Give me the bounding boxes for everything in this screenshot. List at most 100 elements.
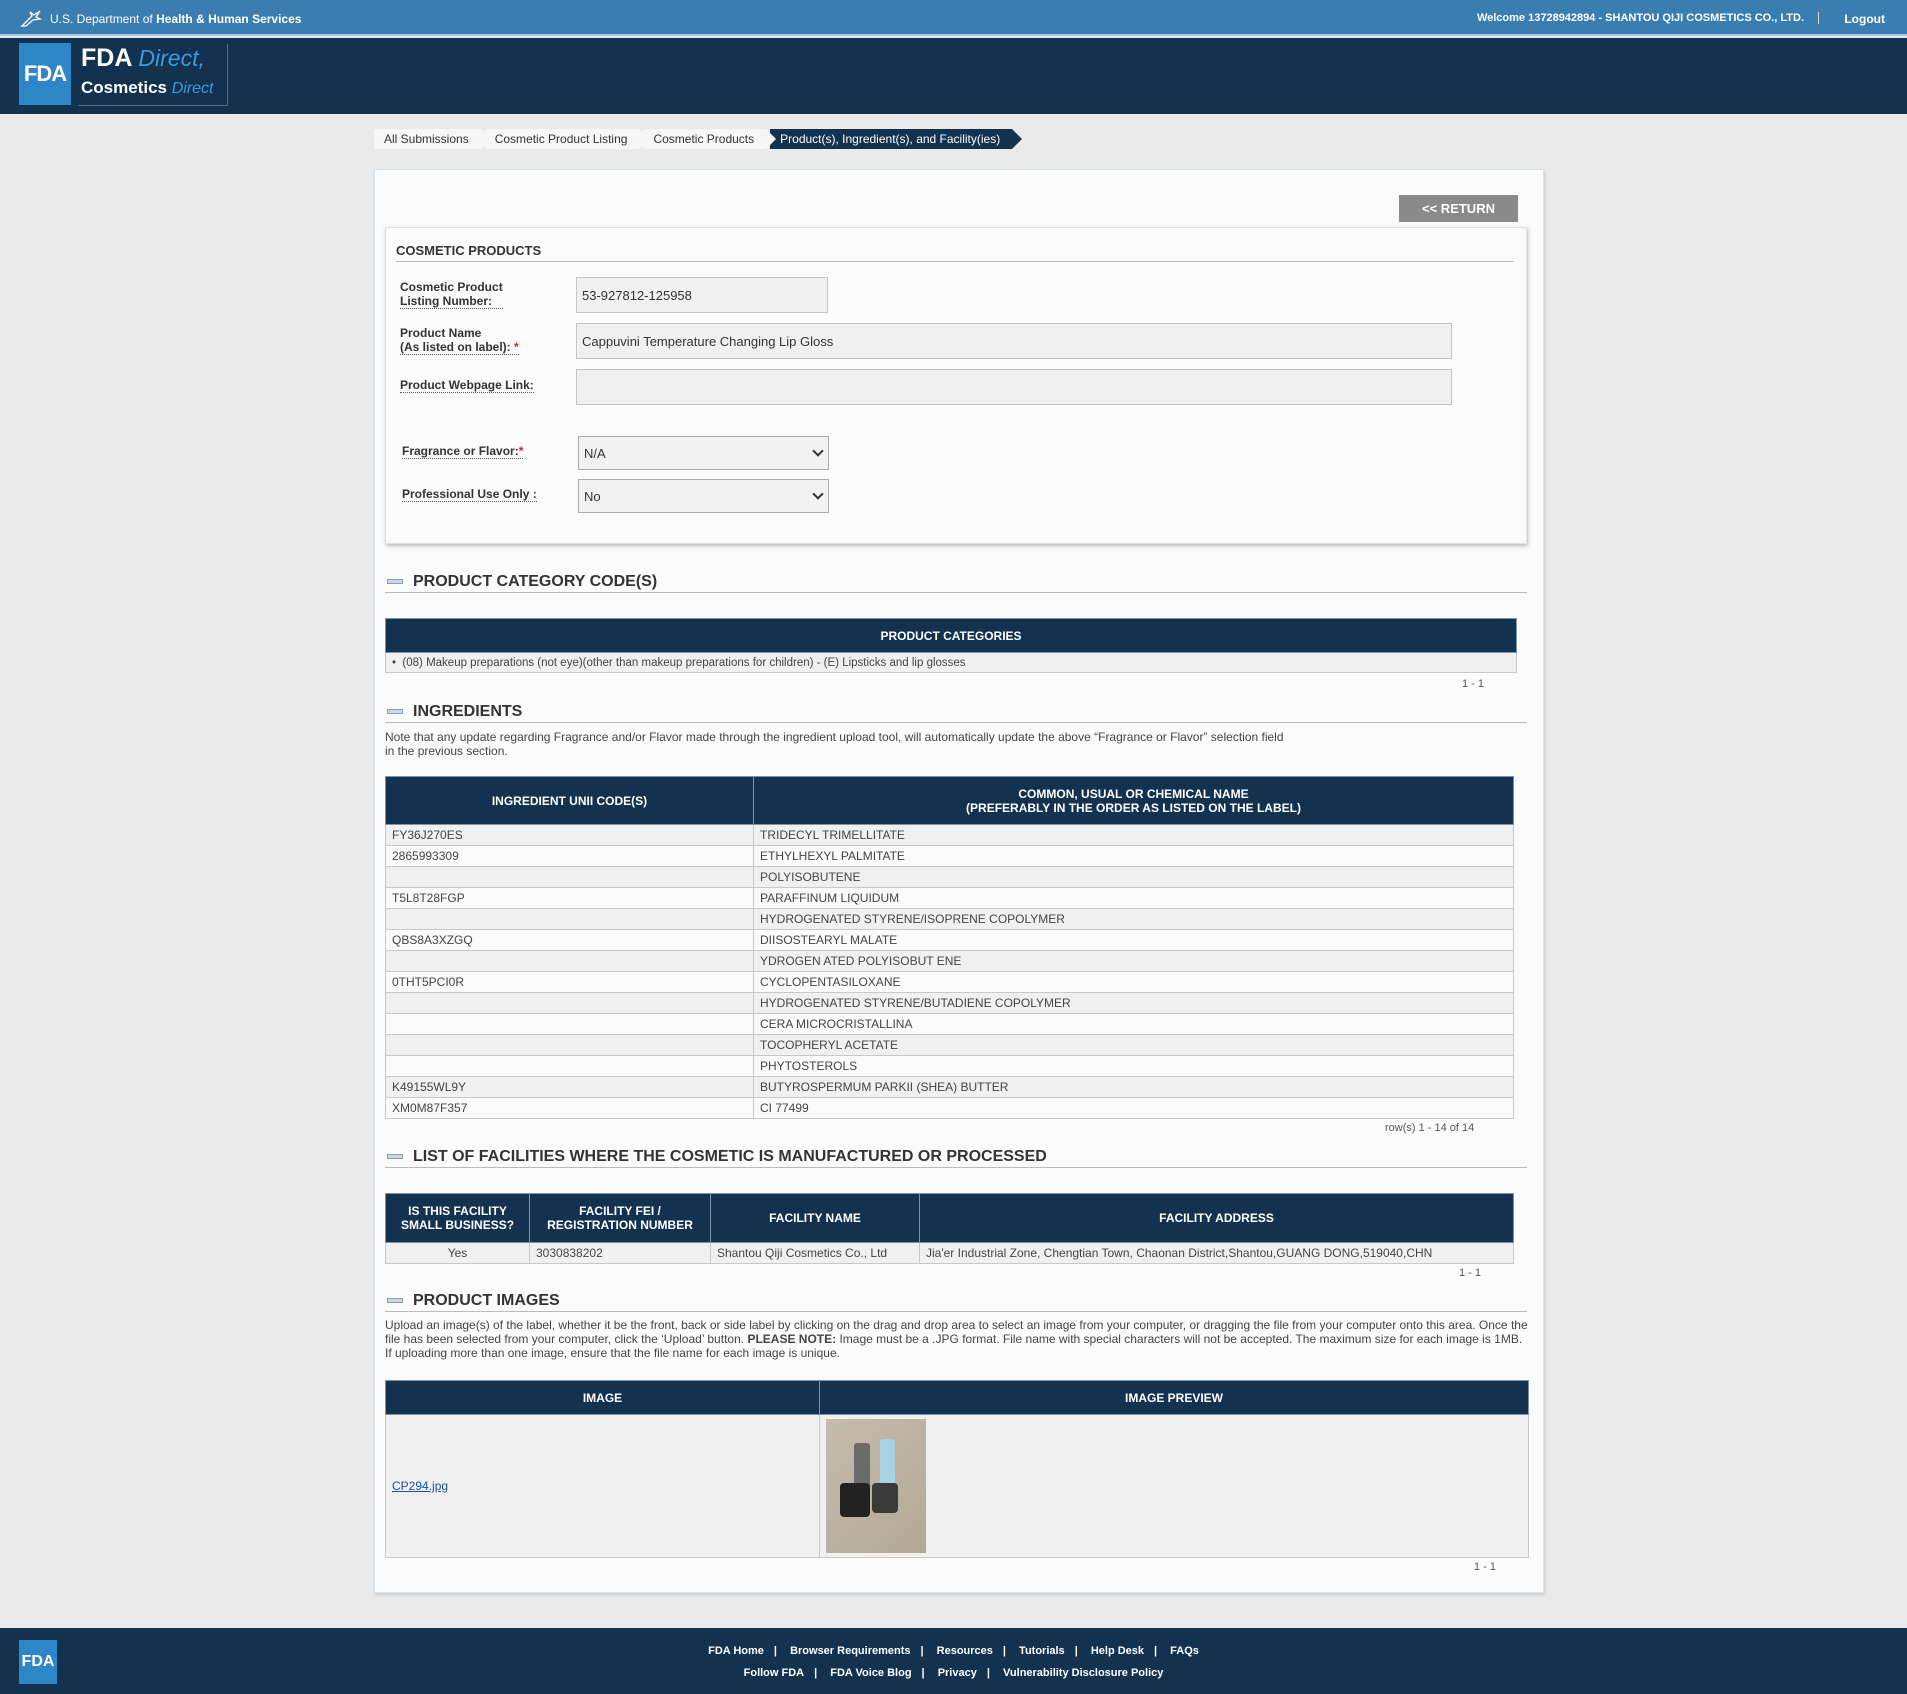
logout-link[interactable]: Logout [1844, 12, 1885, 26]
footer-links-row2: Follow FDA | FDA Voice Blog | Privacy | Vul… [0, 1667, 1907, 1679]
categories-pager: 1 - 1 [1462, 678, 1485, 690]
images-note-line1: Upload an image(s) of the label, whether… [385, 1318, 1528, 1332]
table-row: K49155WL9Y BUTYROSPERMUM PARKII (SHEA) BU… [385, 1076, 1514, 1098]
return-button[interactable]: << RETURN [1399, 195, 1518, 222]
facilities-table: IS THIS FACILITY SMALL BUSINESS? FACILITY… [385, 1193, 1514, 1264]
footer-link-browser-requirements[interactable]: Browser Requirements [790, 1645, 910, 1657]
professional-use-select[interactable]: No [578, 479, 829, 513]
image-preview-header: IMAGE PREVIEW [819, 1380, 1529, 1415]
required-marker: * [518, 444, 524, 458]
images-note-line2a: file has been selected from your compute… [385, 1332, 745, 1346]
categories-header: PRODUCT CATEGORIES [385, 618, 1517, 653]
small-business-header: IS THIS FACILITY SMALL BUSINESS? [385, 1193, 530, 1243]
chemical-name-cell: CYCLOPENTASILOXANE [753, 971, 1514, 993]
category-section-header[interactable]: PRODUCT CATEGORY CODE(S) [385, 573, 1527, 593]
footer-link-resources[interactable]: Resources [937, 1645, 993, 1657]
hhs-topbar: U.S. Department of Health & Human Servic… [0, 0, 1907, 36]
image-preview-cell [819, 1414, 1529, 1558]
facilities-section-title: LIST OF FACILITIES WHERE THE COSMETIC IS… [413, 1148, 1047, 1165]
main-panel: << RETURN COSMETIC PRODUCTS Cosmetic Pro… [374, 169, 1544, 1593]
hhs-name: Health & Human Services [156, 12, 302, 26]
unii-code-cell: K49155WL9Y [385, 1076, 754, 1098]
small-business-header-line2: SMALL BUSINESS? [400, 1218, 515, 1232]
breadcrumb-cosmetic-products[interactable]: Cosmetic Products [643, 129, 776, 149]
breadcrumb-cosmetic-product-listing[interactable]: Cosmetic Product Listing [484, 129, 650, 149]
table-row: HYDROGENATED STYRENE/ISOPRENE COPOLYMER [385, 908, 1514, 930]
fda-logo[interactable]: FDA [19, 43, 71, 105]
facility-address-header: FACILITY ADDRESS [919, 1193, 1514, 1243]
footer-link-fda-home[interactable]: FDA Home [708, 1645, 764, 1657]
ingredients-body: FY36J270ES TRIDECYL TRIMELLITATE 286599330… [385, 824, 1514, 1119]
fragrance-selected-value: N/A [584, 445, 606, 461]
table-row: YDROGEN ATED POLYISOBUT ENE [385, 950, 1514, 972]
unii-code-cell: QBS8A3XZGQ [385, 929, 754, 951]
table-row: FY36J270ES TRIDECYL TRIMELLITATE [385, 824, 1514, 846]
table-row: TOCOPHERYL ACETATE [385, 1034, 1514, 1056]
brand-fda: FDA [81, 44, 132, 72]
site-footer: FDA FDA Home | Browser Requirements | Reso… [0, 1628, 1907, 1694]
collapse-icon[interactable] [387, 1298, 403, 1303]
chemical-name-cell: CERA MICROCRISTALLINA [753, 1013, 1514, 1035]
unii-code-cell [385, 1013, 754, 1035]
facilities-section-header[interactable]: LIST OF FACILITIES WHERE THE COSMETIC IS… [385, 1148, 1527, 1168]
image-file-link[interactable]: CP294.jpg [392, 1479, 448, 1493]
required-marker: * [514, 340, 519, 354]
footer-link-faqs[interactable]: FAQs [1170, 1645, 1199, 1657]
table-row: QBS8A3XZGQ DIISOSTEARYL MALATE [385, 929, 1514, 951]
breadcrumb: All Submissions Cosmetic Product Listing… [374, 129, 1023, 149]
chemical-name-cell: BUTYROSPERMUM PARKII (SHEA) BUTTER [753, 1076, 1514, 1098]
fragrance-label: Fragrance or Flavor:* [402, 444, 524, 459]
listing-number-field[interactable]: 53-927812-125958 [576, 277, 828, 313]
small-business-header-line1: IS THIS FACILITY [408, 1204, 507, 1218]
footer-link-fda-voice-blog[interactable]: FDA Voice Blog [830, 1667, 911, 1679]
cosmetic-products-title: COSMETIC PRODUCTS [396, 243, 1514, 262]
listing-number-label-line2: Listing Number: [400, 294, 492, 308]
ingredients-note-line1: Note that any update regarding Fragrance… [385, 730, 1284, 744]
table-row: T5L8T28FGP PARAFFINUM LIQUIDUM [385, 887, 1514, 909]
collapse-icon[interactable] [387, 1154, 403, 1159]
chemical-name-header-line2: (PREFERABLY IN THE ORDER AS LISTED ON TH… [966, 800, 1301, 815]
unii-code-cell: 2865993309 [385, 845, 754, 867]
category-section-title: PRODUCT CATEGORY CODE(S) [413, 573, 658, 590]
footer-link-follow-fda[interactable]: Follow FDA [744, 1667, 805, 1679]
collapse-icon[interactable] [387, 579, 403, 584]
ingredients-section-header[interactable]: INGREDIENTS [385, 703, 1527, 723]
fda-direct-brand[interactable]: FDA Direct, Cosmetics Direct [78, 44, 228, 106]
brand-cosmetics: Cosmetics [81, 78, 167, 97]
table-row: HYDROGENATED STYRENE/BUTADIENE COPOLYMER [385, 992, 1514, 1014]
images-section-header[interactable]: PRODUCT IMAGES [385, 1292, 1527, 1312]
table-row: 2865993309 ETHYLHEXYL PALMITATE [385, 845, 1514, 867]
brand-direct: Direct, [138, 45, 205, 71]
collapse-icon[interactable] [387, 709, 403, 714]
unii-code-cell [385, 950, 754, 972]
footer-separator: | [921, 1667, 925, 1679]
webpage-link-label: Product Webpage Link: [400, 378, 534, 393]
chemical-name-cell: CI 77499 [753, 1097, 1514, 1119]
chemical-name-cell: YDROGEN ATED POLYISOBUT ENE [753, 950, 1514, 972]
product-image-thumbnail[interactable] [826, 1419, 926, 1553]
breadcrumb-all-submissions[interactable]: All Submissions [374, 129, 491, 149]
fei-header-line1: FACILITY FEI / [579, 1204, 661, 1218]
images-note-line3: If uploading more than one image, ensure… [385, 1346, 840, 1360]
chemical-name-cell: TOCOPHERYL ACETATE [753, 1034, 1514, 1056]
fragrance-select[interactable]: N/A [578, 436, 829, 470]
unii-code-cell [385, 992, 754, 1014]
professional-use-label: Professional Use Only : [402, 487, 537, 502]
small-business-cell: Yes [385, 1242, 530, 1264]
footer-links-row1: FDA Home | Browser Requirements | Resource… [0, 1645, 1907, 1657]
footer-link-help-desk[interactable]: Help Desk [1091, 1645, 1144, 1657]
fei-header: FACILITY FEI / REGISTRATION NUMBER [529, 1193, 711, 1243]
chemical-name-cell: DIISOSTEARYL MALATE [753, 929, 1514, 951]
footer-link-tutorials[interactable]: Tutorials [1019, 1645, 1065, 1657]
category-item-text: (08) Makeup preparations (not eye)(other… [402, 656, 966, 669]
fei-header-line2: REGISTRATION NUMBER [547, 1218, 693, 1232]
webpage-link-field[interactable] [576, 369, 1452, 405]
hhs-agency[interactable]: U.S. Department of Health & Human Servic… [20, 10, 301, 28]
footer-link-privacy[interactable]: Privacy [938, 1667, 977, 1679]
fragrance-label-text: Fragrance or Flavor: [402, 444, 519, 458]
product-name-field[interactable]: Cappuvini Temperature Changing Lip Gloss [576, 323, 1452, 359]
images-note-please-note: PLEASE NOTE: [747, 1332, 837, 1346]
footer-link-vulnerability-disclosure[interactable]: Vulnerability Disclosure Policy [1003, 1667, 1163, 1679]
chemical-name-header: COMMON, USUAL OR CHEMICAL NAME (PREFERAB… [753, 776, 1514, 825]
footer-separator: | [1002, 1645, 1006, 1657]
